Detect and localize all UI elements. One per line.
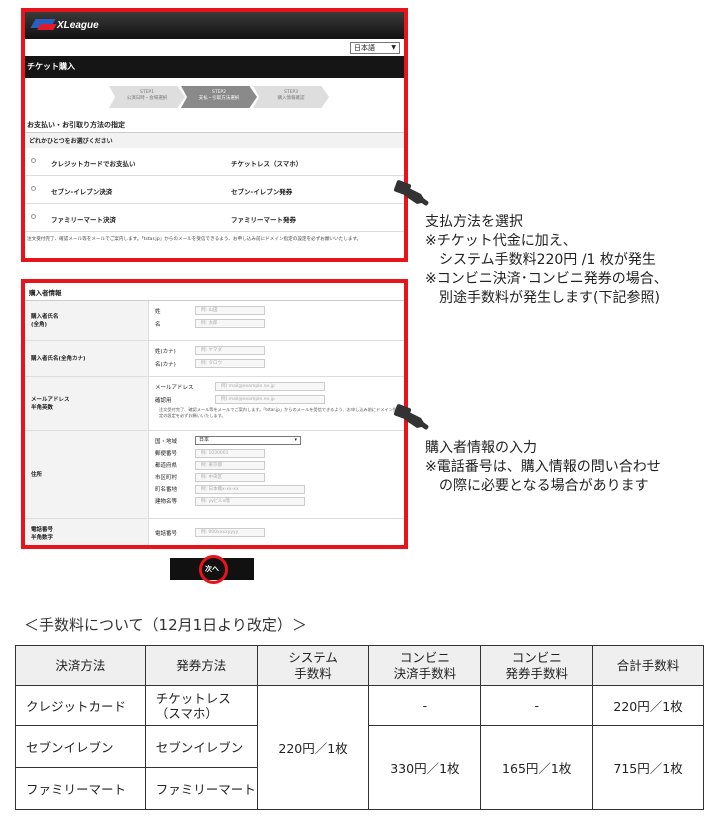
step-1: STEP1 公演日時・会場選択 xyxy=(109,86,185,108)
address-row: 住所 国・地域 日本 ▾ 郵便番号 例: 1030001 都道府県 例: 東京都 市区町… xyxy=(25,431,404,519)
conv-issue-cell: 165円／1枚 xyxy=(480,725,594,810)
payment-subheading: どれかひとつをお選びください xyxy=(25,133,404,148)
payment-option-credit[interactable]: クレジットカードでお支払い チケットレス（スマホ） xyxy=(25,148,404,176)
purchaser-annotation: 購入者情報の入力 ※電話番号は、購入情報の問い合わせ の際に必要となる場合があり… xyxy=(425,440,661,494)
language-select[interactable]: 日本語 ▼ xyxy=(350,42,400,54)
pointing-hand-icon xyxy=(393,180,429,206)
email-confirm-input[interactable]: 例) mail@example.ne.jp xyxy=(215,395,325,404)
step-indicator: STEP1 公演日時・会場選択 STEP2 支払・引取方法選択 STEP3 購入情報確… xyxy=(25,86,404,116)
chevron-down-icon: ▾ xyxy=(294,437,297,443)
conv-settle-cell: 330円／1枚 xyxy=(368,725,482,810)
first-name-kana-input[interactable]: 例: タロウ xyxy=(195,359,265,368)
step-3: STEP3 購入情報確認 xyxy=(253,86,329,108)
radio-button[interactable] xyxy=(31,186,36,191)
fee-table: 決済方法 発券方法 システム 手数料 コンビニ 決済手数料 コンビニ 発券手数料… xyxy=(15,645,704,810)
column-header: コンビニ 決済手数料 xyxy=(368,645,482,686)
pointing-hand-icon xyxy=(393,404,429,430)
email-input[interactable]: 例) mail@example.ne.jp xyxy=(215,382,325,391)
column-header: システム 手数料 xyxy=(256,645,370,686)
payment-option-seven[interactable]: セブン-イレブン決済 セブン-イレブン発券 xyxy=(25,176,404,204)
country-select[interactable]: 日本 ▾ xyxy=(195,436,301,445)
column-header: 発券方法 xyxy=(144,645,258,686)
column-header: 合計手数料 xyxy=(592,645,704,686)
prefecture-input[interactable]: 例: 東京都 xyxy=(195,460,265,470)
language-value: 日本語 xyxy=(354,44,375,52)
page-title: チケット購入 xyxy=(25,56,404,78)
fee-section-title: ＜手数料について（12月1日より改定）＞ xyxy=(24,616,307,634)
purchaser-heading: 購入者情報 xyxy=(25,283,404,301)
payment-screenshot-frame: XLeague 日本語 ▼ チケット購入 STEP1 公演日時・会場選択 STEP… xyxy=(21,8,408,262)
street-input[interactable]: 例: 日本橋x-xx-xx xyxy=(195,484,305,494)
purchaser-screenshot-frame: 購入者情報 購入者氏名 (全角) 姓例: 山田 名例: 太郎 購入者氏名(全角カ… xyxy=(21,279,408,549)
payment-heading: お支払い・お引取り方法の指定 xyxy=(25,116,404,133)
chevron-down-icon: ▼ xyxy=(391,44,396,51)
table-header-row: 決済方法 発券方法 システム 手数料 コンビニ 決済手数料 コンビニ 発券手数料… xyxy=(15,645,704,686)
table-row: クレジットカード チケットレス （スマホ） 220円／1枚 - - 220円／1… xyxy=(15,685,704,810)
system-fee-cell: 220円／1枚 xyxy=(256,685,370,810)
kana-row: 購入者氏名(全角カナ) 姓(カナ) 例: ヤマダ 名(カナ) 例: タロウ xyxy=(25,341,404,377)
radio-button[interactable] xyxy=(31,214,36,219)
payment-notice: 注文受付完了、確認メール等をメールでご案内します。「tstar.jp」からのメー… xyxy=(27,237,362,242)
email-row: メールアドレス 半角英数 メールアドレス 例) mail@example.ne.j… xyxy=(25,377,404,431)
last-name-input[interactable]: 例: 山田 xyxy=(195,306,265,315)
conv-total-cell: 715円／1枚 xyxy=(592,725,704,810)
city-input[interactable]: 例: 中央区 xyxy=(195,472,265,482)
logo-mark-icon xyxy=(33,16,55,34)
column-header: コンビニ 発券手数料 xyxy=(480,645,594,686)
phone-row: 電話番号 半角数字 電話番号 例: 000xxxxyyyy xyxy=(25,519,404,545)
payment-annotation: 支払方法を選択 ※チケット代金に加え、 システム手数料220円 /1 枚が発生 … xyxy=(425,214,668,306)
postal-code-input[interactable]: 例: 1030001 xyxy=(195,448,265,458)
column-header: 決済方法 xyxy=(15,645,146,686)
xleague-logo[interactable]: XLeague xyxy=(33,15,99,35)
name-row: 購入者氏名 (全角) 姓例: 山田 名例: 太郎 xyxy=(25,301,404,341)
radio-button[interactable] xyxy=(31,158,36,163)
building-input[interactable]: 例: yyビルx階 xyxy=(195,496,305,506)
logo-text: XLeague xyxy=(57,19,99,31)
first-name-input[interactable]: 例: 太郎 xyxy=(195,319,265,328)
payment-option-familymart[interactable]: ファミリーマート決済 ファミリーマート発券 xyxy=(25,204,404,232)
highlight-circle xyxy=(199,555,228,584)
last-name-kana-input[interactable]: 例: ヤマダ xyxy=(195,346,265,355)
email-note: 注文受付完了、確認メール等をメールでご案内します。「tstar.jp」からのメー… xyxy=(159,407,398,418)
site-header: XLeague xyxy=(25,12,404,39)
phone-input[interactable]: 例: 000xxxxyyyy xyxy=(195,528,265,537)
step-2: STEP2 支払・引取方法選択 xyxy=(181,86,257,108)
